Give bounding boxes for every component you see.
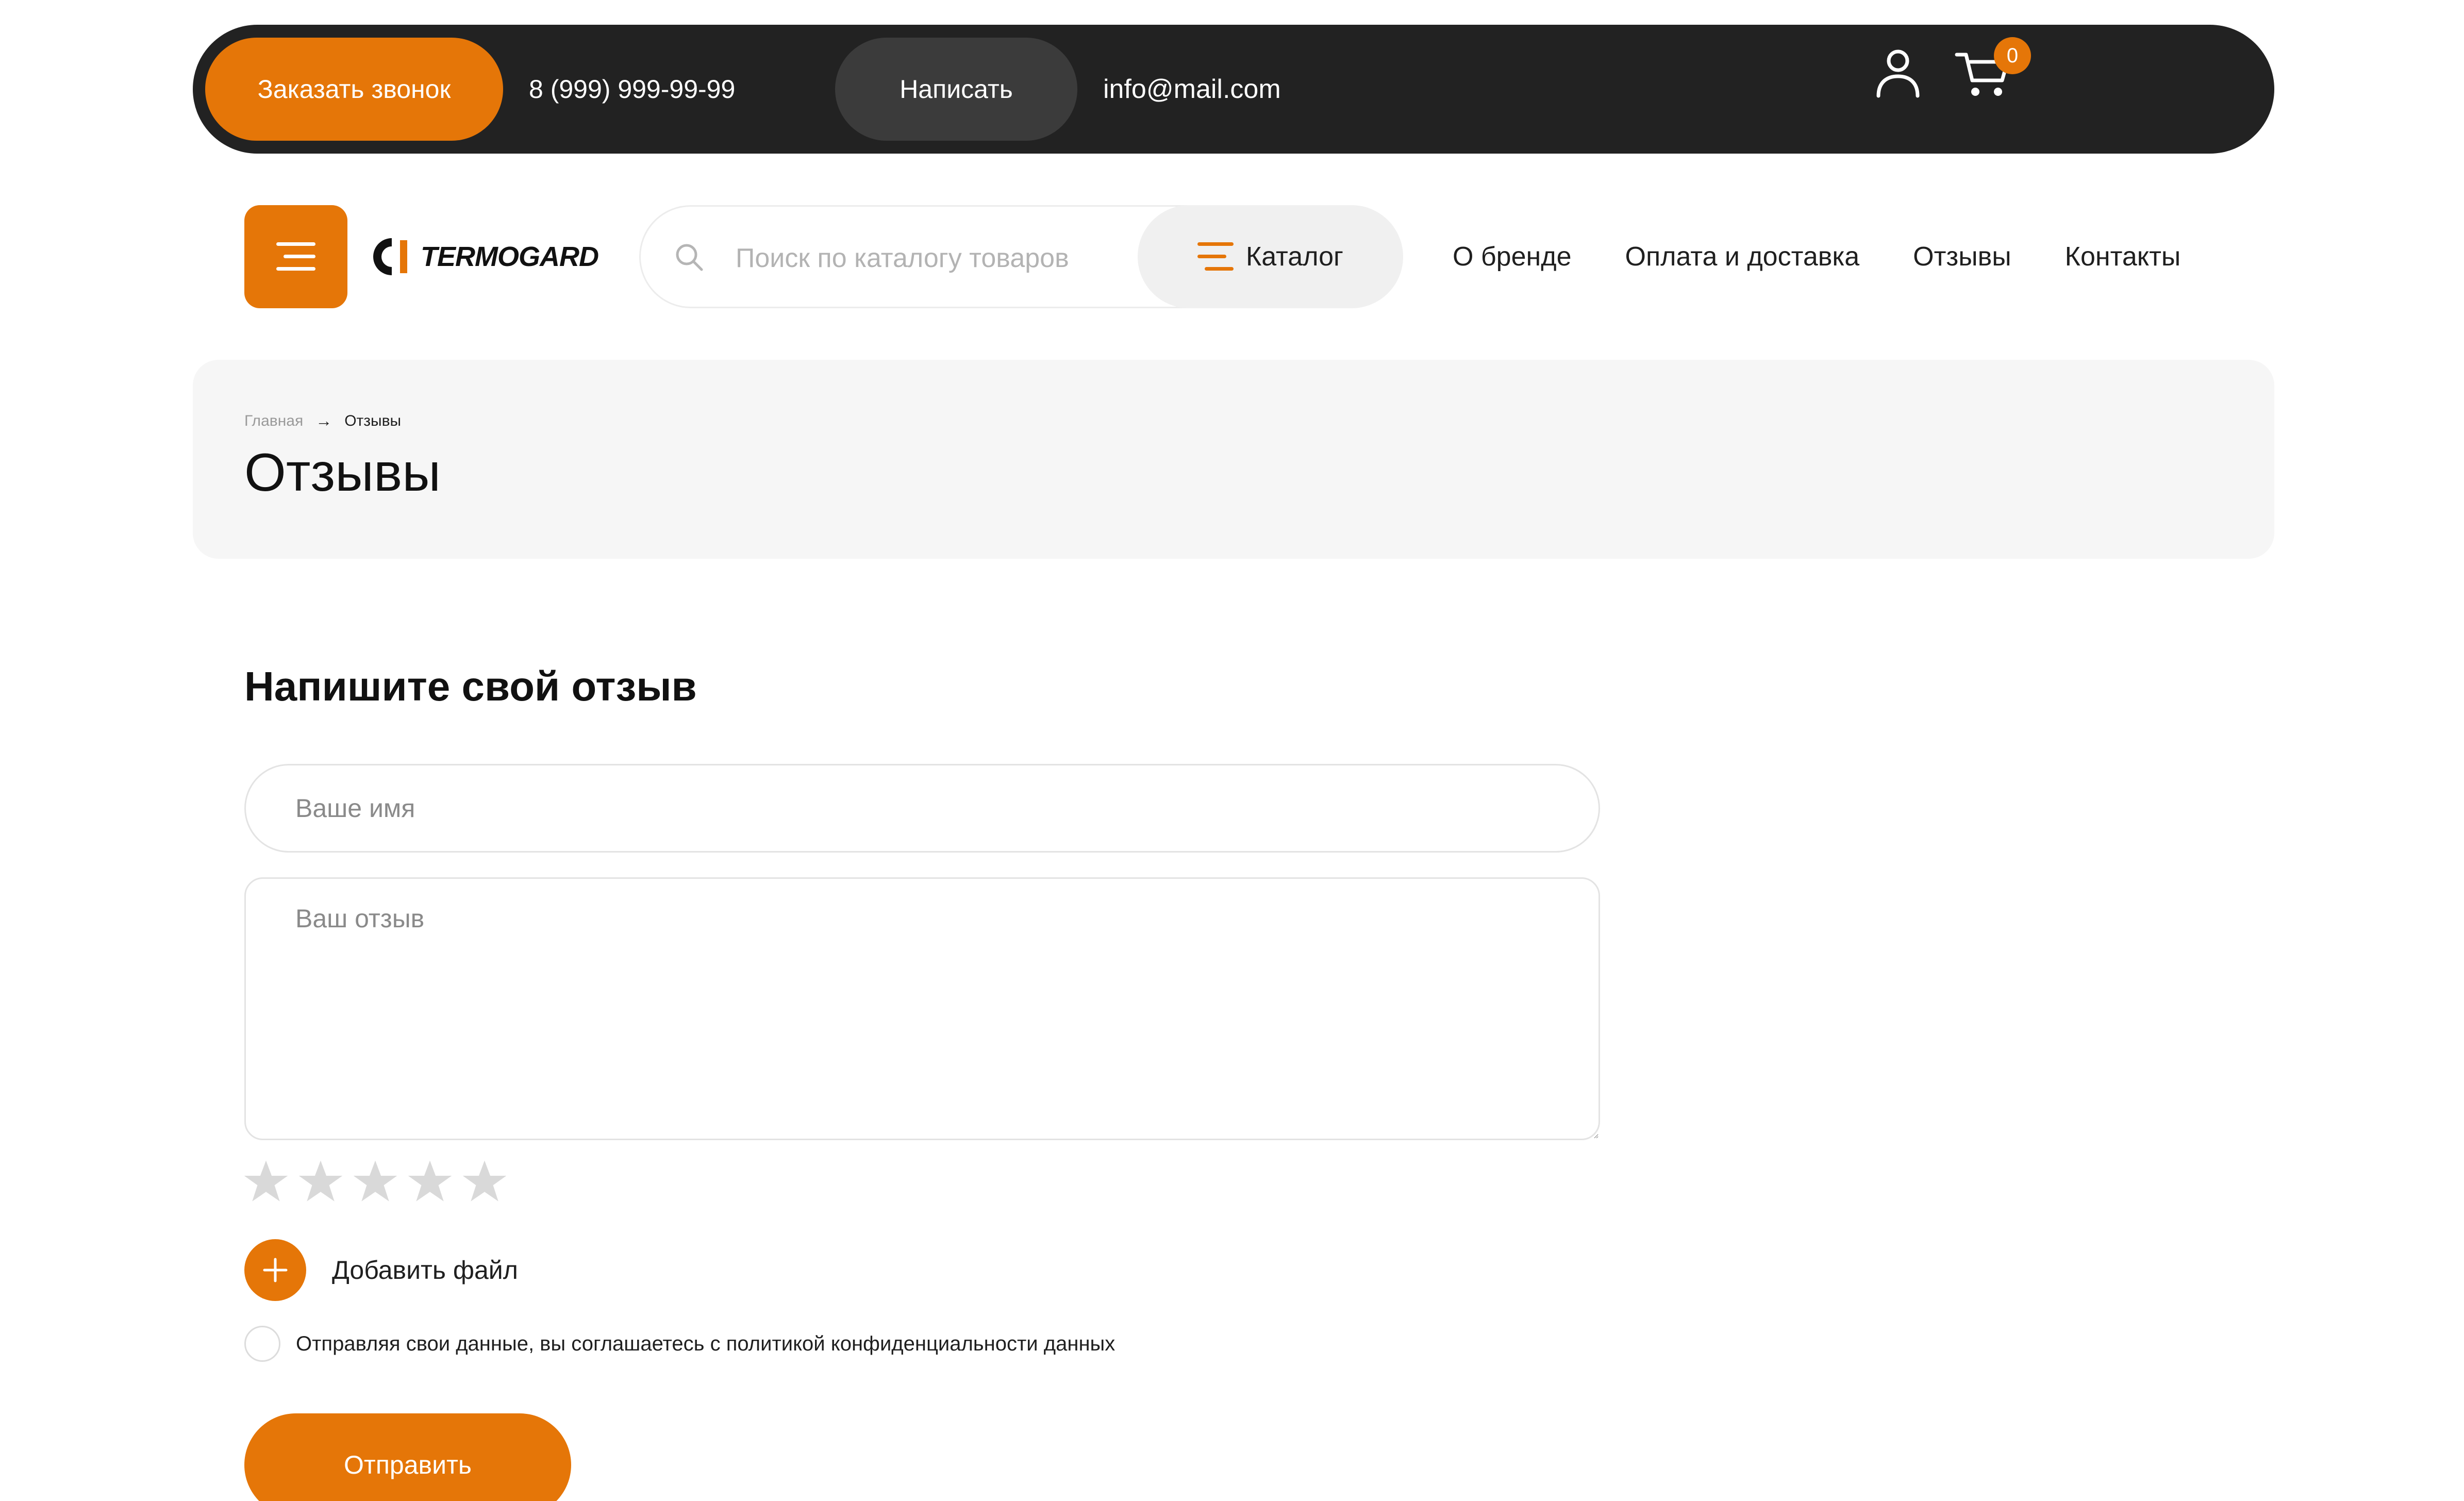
phone-link[interactable]: 8 (999) 999-99-99 <box>529 25 735 154</box>
add-file-label: Добавить файл <box>332 1256 518 1285</box>
order-call-button[interactable]: Заказать звонок <box>205 38 503 141</box>
nav-item-contacts[interactable]: Контакты <box>2065 241 2181 272</box>
search-bar: Каталог <box>639 205 1403 308</box>
star-icon[interactable] <box>242 1158 290 1205</box>
search-input[interactable] <box>736 227 1138 289</box>
consent-text: Отправляя свои данные, вы соглашаетесь с… <box>296 1332 1116 1355</box>
nav-item-payment-delivery[interactable]: Оплата и доставка <box>1625 241 1860 272</box>
star-icon[interactable] <box>352 1158 399 1205</box>
submit-button[interactable]: Отправить <box>244 1413 571 1501</box>
star-icon[interactable] <box>406 1158 454 1205</box>
logo-mark-icon <box>373 238 407 275</box>
breadcrumb-home[interactable]: Главная <box>244 412 303 430</box>
catalog-button[interactable]: Каталог <box>1138 205 1403 308</box>
cart-count-badge: 0 <box>1994 37 2031 74</box>
breadcrumb: Главная → Отзывы <box>244 411 401 430</box>
add-file-circle[interactable] <box>244 1239 306 1301</box>
main-nav: О бренде Оплата и доставка Отзывы Контак… <box>1453 205 2180 308</box>
page-title: Отзывы <box>244 443 441 503</box>
star-icon[interactable] <box>297 1158 344 1205</box>
page: Заказать звонок 8 (999) 999-99-99 Написа… <box>0 0 2464 1501</box>
user-icon[interactable] <box>1872 46 1924 98</box>
star-icon[interactable] <box>461 1158 508 1205</box>
nav-item-reviews[interactable]: Отзывы <box>1913 241 2011 272</box>
email-link[interactable]: info@mail.com <box>1103 25 1281 154</box>
consent-row: Отправляя свои данные, вы соглашаетесь с… <box>244 1326 1115 1362</box>
search-icon[interactable] <box>674 242 705 273</box>
breadcrumb-arrow-icon: → <box>315 411 332 430</box>
page-header-panel: Главная → Отзывы Отзывы <box>193 360 2274 559</box>
menu-button[interactable] <box>244 205 347 308</box>
logo-text: TERMOGARD <box>421 241 599 272</box>
consent-checkbox[interactable] <box>244 1326 280 1362</box>
review-textarea[interactable] <box>244 877 1600 1140</box>
catalog-menu-icon <box>1197 242 1234 271</box>
review-form-heading: Напишите свой отзыв <box>244 663 697 709</box>
write-button[interactable]: Написать <box>835 38 1077 141</box>
name-field[interactable] <box>244 764 1600 853</box>
rating-stars <box>242 1158 508 1205</box>
brand-logo[interactable]: TERMOGARD <box>371 231 599 282</box>
breadcrumb-current: Отзывы <box>344 412 402 429</box>
nav-item-about[interactable]: О бренде <box>1453 241 1572 272</box>
menu-icon <box>276 242 315 271</box>
add-file-button[interactable]: Добавить файл <box>244 1239 518 1301</box>
catalog-label: Каталог <box>1245 242 1344 272</box>
plus-icon <box>263 1258 288 1282</box>
